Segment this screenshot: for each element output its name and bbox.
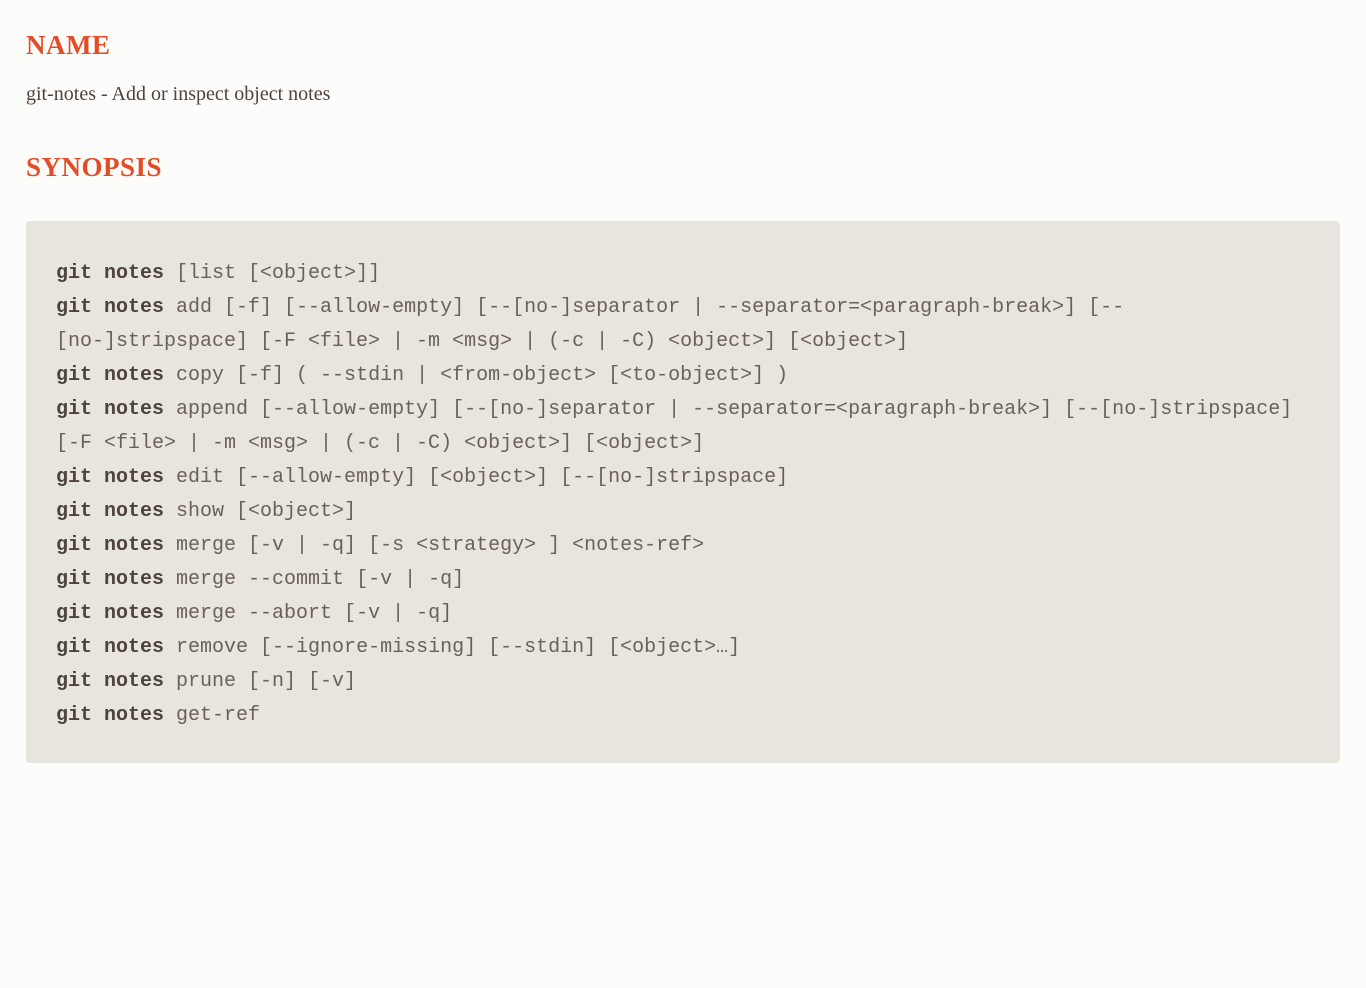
synopsis-command: git notes — [56, 296, 164, 319]
synopsis-command: git notes — [56, 670, 164, 693]
synopsis-args: add [-f] [--allow-empty] [--[no-]separat… — [56, 296, 1124, 353]
synopsis-args: copy [-f] ( --stdin | <from-object> [<to… — [164, 364, 788, 387]
synopsis-code-block: git notes [list [<object>]] git notes ad… — [26, 221, 1340, 763]
synopsis-command: git notes — [56, 568, 164, 591]
synopsis-command: git notes — [56, 466, 164, 489]
synopsis-command: git notes — [56, 636, 164, 659]
synopsis-command: git notes — [56, 262, 164, 285]
synopsis-args: append [--allow-empty] [--[no-]separator… — [56, 398, 1304, 455]
name-description: git-notes - Add or inspect object notes — [26, 83, 1340, 106]
synopsis-args: prune [-n] [-v] — [164, 670, 356, 693]
synopsis-args: remove [--ignore-missing] [--stdin] [<ob… — [164, 636, 740, 659]
section-heading-name: NAME — [26, 30, 1340, 61]
synopsis-command: git notes — [56, 398, 164, 421]
synopsis-command: git notes — [56, 534, 164, 557]
synopsis-command: git notes — [56, 602, 164, 625]
synopsis-args: [list [<object>]] — [164, 262, 380, 285]
synopsis-command: git notes — [56, 704, 164, 727]
synopsis-args: merge --abort [-v | -q] — [164, 602, 452, 625]
synopsis-args: show [<object>] — [164, 500, 356, 523]
synopsis-command: git notes — [56, 364, 164, 387]
synopsis-args: get-ref — [164, 704, 260, 727]
section-heading-synopsis: SYNOPSIS — [26, 152, 1340, 183]
synopsis-args: edit [--allow-empty] [<object>] [--[no-]… — [164, 466, 788, 489]
synopsis-command: git notes — [56, 500, 164, 523]
synopsis-args: merge [-v | -q] [-s <strategy> ] <notes-… — [164, 534, 704, 557]
synopsis-args: merge --commit [-v | -q] — [164, 568, 464, 591]
